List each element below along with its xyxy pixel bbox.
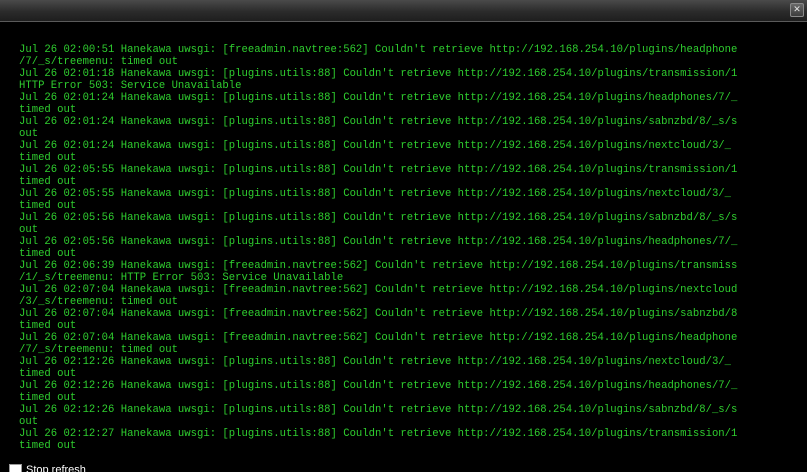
log-line: out (19, 128, 39, 140)
log-line: Jul 26 02:07:04 Hanekawa uwsgi: [freeadm… (19, 332, 738, 344)
log-line: timed out (19, 392, 77, 404)
log-line: timed out (19, 368, 77, 380)
stop-refresh-control[interactable]: Stop refresh (9, 463, 86, 472)
log-line: Jul 26 02:07:04 Hanekawa uwsgi: [freeadm… (19, 284, 738, 296)
log-line: timed out (19, 176, 77, 188)
stop-refresh-label: Stop refresh (26, 464, 86, 472)
log-line: Jul 26 02:01:18 Hanekawa uwsgi: [plugins… (19, 68, 738, 80)
log-line: Jul 26 02:06:39 Hanekawa uwsgi: [freeadm… (19, 260, 738, 272)
log-line: Jul 26 02:07:04 Hanekawa uwsgi: [freeadm… (19, 308, 738, 320)
log-line: Jul 26 02:05:55 Hanekawa uwsgi: [plugins… (19, 164, 738, 176)
log-line: Jul 26 02:00:51 Hanekawa uwsgi: [freeadm… (19, 44, 738, 56)
log-output[interactable]: Jul 26 02:00:51 Hanekawa uwsgi: [freeadm… (19, 44, 807, 454)
close-icon[interactable]: ✕ (790, 3, 804, 17)
log-line: /1/_s/treemenu: HTTP Error 503: Service … (19, 272, 344, 284)
log-line: Jul 26 02:01:24 Hanekawa uwsgi: [plugins… (19, 92, 738, 104)
log-line: /7/_s/treemenu: timed out (19, 56, 178, 68)
log-line: timed out (19, 440, 77, 452)
log-line: out (19, 224, 39, 236)
log-line: Jul 26 02:05:56 Hanekawa uwsgi: [plugins… (19, 236, 738, 248)
log-viewer-window: ✕ Jul 26 02:00:51 Hanekawa uwsgi: [freea… (0, 0, 807, 472)
log-line: timed out (19, 200, 77, 212)
log-line: timed out (19, 248, 77, 260)
title-bar: ✕ (0, 0, 807, 22)
stop-refresh-checkbox[interactable] (9, 463, 22, 472)
log-line: Jul 26 02:12:26 Hanekawa uwsgi: [plugins… (19, 380, 738, 392)
log-line: /7/_s/treemenu: timed out (19, 344, 178, 356)
log-line: timed out (19, 152, 77, 164)
log-line: Jul 26 02:01:24 Hanekawa uwsgi: [plugins… (19, 140, 732, 152)
log-line: Jul 26 02:01:24 Hanekawa uwsgi: [plugins… (19, 116, 738, 128)
log-line: Jul 26 02:12:27 Hanekawa uwsgi: [plugins… (19, 428, 738, 440)
log-line: Jul 26 02:05:55 Hanekawa uwsgi: [plugins… (19, 188, 732, 200)
log-line: out (19, 416, 39, 428)
log-line: Jul 26 02:12:26 Hanekawa uwsgi: [plugins… (19, 404, 738, 416)
log-line: /3/_s/treemenu: timed out (19, 296, 178, 308)
log-line: timed out (19, 320, 77, 332)
log-line: timed out (19, 104, 77, 116)
log-line: Jul 26 02:05:56 Hanekawa uwsgi: [plugins… (19, 212, 738, 224)
log-line: HTTP Error 503: Service Unavailable (19, 80, 242, 92)
log-line: Jul 26 02:12:26 Hanekawa uwsgi: [plugins… (19, 356, 732, 368)
